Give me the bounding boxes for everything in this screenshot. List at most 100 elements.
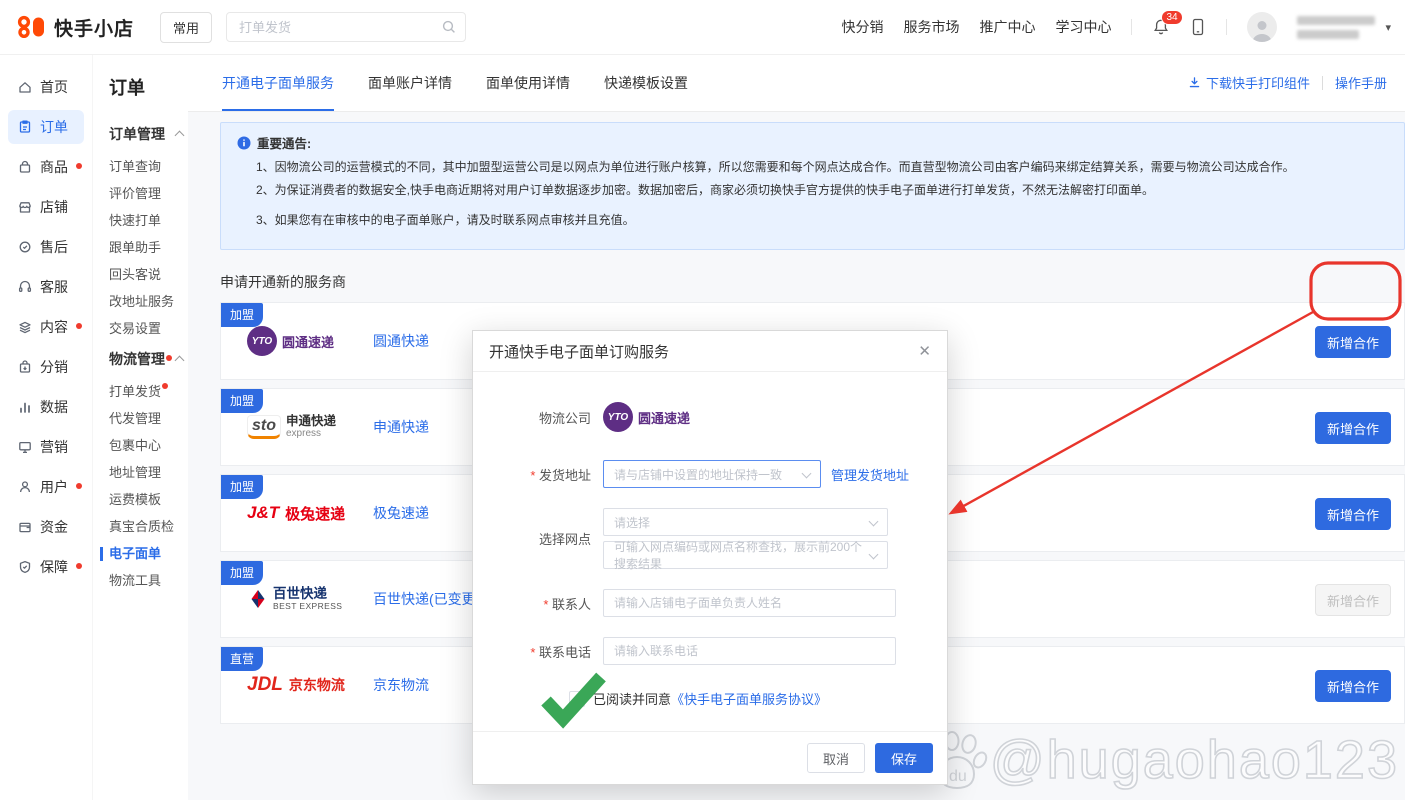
provider-link-jdl[interactable]: 京东物流 xyxy=(373,675,429,695)
submenu-item-print-ship[interactable]: 打单发货 xyxy=(109,385,188,399)
nav-service-market[interactable]: 服务市场 xyxy=(903,17,959,37)
notice-line-2: 2、为保证消费者的数据安全,快手电商近期将对用户订单数据逐步加密。数据加密后，商… xyxy=(256,182,1388,199)
notification-dot xyxy=(76,163,82,169)
sidebar-item-home[interactable]: 首页 xyxy=(8,70,84,104)
topbar-right: 快分销 服务市场 推广中心 学习中心 34 xyxy=(841,12,1391,42)
important-notice: 重要通告: 1、因物流公司的运营模式的不同，其中加盟型运营公司是以网点为单位进行… xyxy=(220,122,1405,250)
submenu-item-ewaybill[interactable]: 电子面单 xyxy=(100,547,188,561)
tab-express-template-settings[interactable]: 快递模板设置 xyxy=(604,54,688,111)
add-cooperation-button-jdl[interactable]: 新增合作 xyxy=(1315,670,1391,702)
franchise-badge: 加盟 xyxy=(221,389,263,413)
sidebar-item-protection[interactable]: 保障 xyxy=(8,550,84,584)
notification-dot xyxy=(76,323,82,329)
outlet-select[interactable]: 请选择 xyxy=(603,508,888,536)
sidebar-item-users[interactable]: 用户 xyxy=(8,470,84,504)
ship-address-select[interactable]: 请与店铺中设置的地址保持一致 xyxy=(603,460,821,488)
search-icon[interactable] xyxy=(441,19,457,35)
save-button[interactable]: 保存 xyxy=(875,743,933,773)
info-icon xyxy=(237,136,251,150)
kuaishou-logo-icon xyxy=(16,15,46,39)
cancel-button[interactable]: 取消 xyxy=(807,743,865,773)
best-diamond-icon xyxy=(247,588,269,610)
modal-title: 开通快手电子面单订购服务 xyxy=(489,341,669,362)
yto-logo: YTO 圆通速递 xyxy=(247,326,359,356)
tab-waybill-usage-detail[interactable]: 面单使用详情 xyxy=(486,54,570,111)
tabs-bar: 开通电子面单服务 面单账户详情 面单使用详情 快递模板设置 下载快手打印组件 操… xyxy=(188,54,1405,112)
notice-line-3: 3、如果您有在审核中的电子面单账户，请及时联系网点审核并且充值。 xyxy=(256,212,1388,229)
topbar: 快手小店 常用 快分销 服务市场 推广中心 学习中心 34 xyxy=(0,0,1405,55)
notification-dot xyxy=(166,355,172,361)
notice-line-1: 1、因物流公司的运营模式的不同，其中加盟型运营公司是以网点为单位进行账户核算，所… xyxy=(256,159,1388,176)
ship-address-label: 发货地址 xyxy=(473,465,591,484)
notice-title: 重要通告: xyxy=(257,133,311,152)
nav-kuaifenxiao[interactable]: 快分销 xyxy=(841,17,883,37)
sidebar-item-service[interactable]: 客服 xyxy=(8,270,84,304)
app-logo[interactable]: 快手小店 xyxy=(16,14,134,41)
best-express-logo: 百世快递 BEST EXPRESS xyxy=(247,587,359,611)
phone-input[interactable] xyxy=(603,637,896,665)
chevron-down-icon xyxy=(869,550,879,560)
add-cooperation-button-jt[interactable]: 新增合作 xyxy=(1315,498,1391,530)
submenu-item-logistics-tools[interactable]: 物流工具 xyxy=(109,574,188,588)
agreement-checkbox[interactable] xyxy=(569,691,585,707)
manage-address-link[interactable]: 管理发货地址 xyxy=(831,465,909,484)
notification-dot xyxy=(76,563,82,569)
agreement-text: 已阅读并同意 xyxy=(593,689,671,708)
provider-link-yto[interactable]: 圆通快递 xyxy=(373,331,429,351)
sidebar-item-funds[interactable]: 资金 xyxy=(8,510,84,544)
agreement-link[interactable]: 《快手电子面单服务协议》 xyxy=(671,689,827,708)
agreement-row: 已阅读并同意 《快手电子面单服务协议》 xyxy=(569,689,947,708)
contact-label: 联系人 xyxy=(473,594,591,613)
sidebar-item-distribution[interactable]: 分销 xyxy=(8,350,84,384)
divider xyxy=(1226,19,1227,35)
sidebar-item-data[interactable]: 数据 xyxy=(8,390,84,424)
submenu-item-order-assistant[interactable]: 跟单助手 xyxy=(109,241,188,255)
submenu-item-quick-print[interactable]: 快速打单 xyxy=(109,214,188,228)
franchise-badge: 加盟 xyxy=(221,303,263,327)
tab-open-ewaybill-service[interactable]: 开通电子面单服务 xyxy=(222,54,334,111)
user-avatar[interactable] xyxy=(1247,12,1277,42)
add-cooperation-button-sto[interactable]: 新增合作 xyxy=(1315,412,1391,444)
provider-link-sto[interactable]: 申通快递 xyxy=(373,417,429,437)
submenu-item-freight-template[interactable]: 运费模板 xyxy=(109,493,188,507)
close-icon[interactable]: ✕ xyxy=(918,342,931,360)
submenu-title: 订单 xyxy=(109,74,188,100)
tab-waybill-account-detail[interactable]: 面单账户详情 xyxy=(368,54,452,111)
notification-bell-icon[interactable]: 34 xyxy=(1152,18,1170,36)
submenu-item-parcel-center[interactable]: 包裹中心 xyxy=(109,439,188,453)
provider-link-jt[interactable]: 极兔速递 xyxy=(373,503,429,523)
manual-link[interactable]: 操作手册 xyxy=(1335,73,1387,92)
outlet-search-select[interactable]: 可输入网点编码或网点名称查找，展示前200个搜索结果 xyxy=(603,541,888,569)
group-logistics-management[interactable]: 物流管理 xyxy=(109,349,183,369)
group-order-management[interactable]: 订单管理 xyxy=(109,124,183,144)
chevron-down-icon[interactable]: ▾ xyxy=(1385,21,1391,34)
sidebar-item-shop[interactable]: 店铺 xyxy=(8,190,84,224)
nav-learning-center[interactable]: 学习中心 xyxy=(1055,17,1111,37)
quick-access-button[interactable]: 常用 xyxy=(160,12,212,43)
sidebar-item-aftersale[interactable]: 售后 xyxy=(8,230,84,264)
submenu-item-review-management[interactable]: 评价管理 xyxy=(109,187,188,201)
chevron-up-icon xyxy=(175,356,185,366)
direct-badge: 直营 xyxy=(221,647,263,671)
contact-input[interactable] xyxy=(603,589,896,617)
mobile-app-icon[interactable] xyxy=(1190,18,1206,36)
submenu-item-address-change[interactable]: 改地址服务 xyxy=(109,295,188,309)
kuaishou-shop-app: 快手小店 常用 快分销 服务市场 推广中心 学习中心 34 xyxy=(0,0,1405,800)
submenu-item-quality-check[interactable]: 真宝合质检 xyxy=(109,520,188,534)
add-cooperation-button-yto[interactable]: 新增合作 xyxy=(1315,326,1391,358)
sidebar-item-marketing[interactable]: 营销 xyxy=(8,430,84,464)
submenu-item-order-query[interactable]: 订单查询 xyxy=(109,160,188,174)
sidebar-item-goods[interactable]: 商品 xyxy=(8,150,84,184)
submenu-item-repeat-customer[interactable]: 回头客说 xyxy=(109,268,188,282)
search-input[interactable] xyxy=(237,19,435,36)
download-print-component-link[interactable]: 下载快手打印组件 xyxy=(1188,73,1310,92)
nav-promotion-center[interactable]: 推广中心 xyxy=(979,17,1035,37)
submenu-item-trade-settings[interactable]: 交易设置 xyxy=(109,322,188,336)
divider xyxy=(1131,19,1132,35)
sidebar-item-content[interactable]: 内容 xyxy=(8,310,84,344)
divider xyxy=(1322,76,1323,90)
sidebar-item-orders[interactable]: 订单 xyxy=(8,110,84,144)
submenu-item-address-management[interactable]: 地址管理 xyxy=(109,466,188,480)
global-search xyxy=(226,12,466,42)
submenu-item-dropship[interactable]: 代发管理 xyxy=(109,412,188,426)
